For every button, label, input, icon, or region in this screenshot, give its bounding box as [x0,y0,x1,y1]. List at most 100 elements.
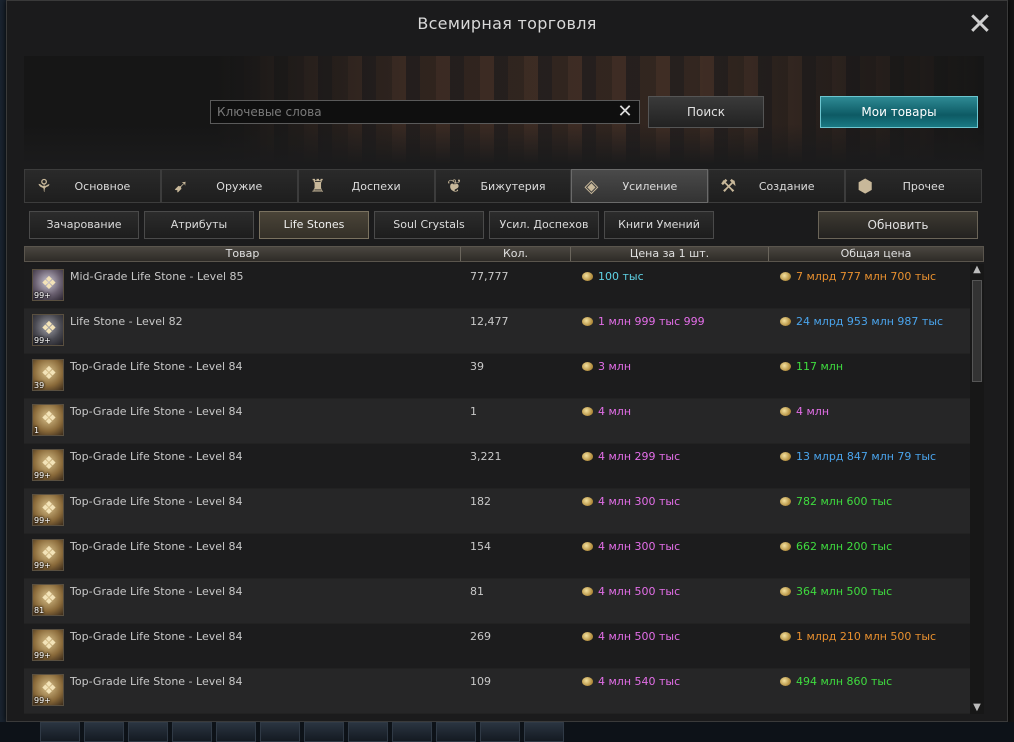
header-item[interactable]: Товар [25,247,461,261]
adena-coin-icon [780,272,791,281]
table-row[interactable]: ❖ 1 Top-Grade Life Stone - Level 84 1 4 млн 4… [24,399,970,444]
listing-table: Товар Кол. Цена за 1 шт. Общая цена ❖ 99+… [24,246,984,716]
tab-category-2[interactable]: ♜ Доспехи [297,169,435,203]
unit-price-cell: 4 млн 500 тыс [582,630,680,644]
item-quantity: 3,221 [470,450,502,463]
my-items-button[interactable]: Мои товары [820,96,978,128]
jewelry-icon: ❦ [447,175,463,197]
hotbar-slot[interactable] [348,722,388,742]
life-stone-icon: ❖ 99+ [32,674,64,706]
scroll-thumb[interactable] [972,280,982,382]
adena-coin-icon [780,452,791,461]
tab-category-label: Усиление [622,179,678,193]
adena-coin-icon [582,542,593,551]
adena-coin-icon [582,497,593,506]
game-hotbar [0,722,1014,742]
header-total-price[interactable]: Общая цена [769,247,983,261]
header-unit-price[interactable]: Цена за 1 шт. [571,247,769,261]
hotbar-slot[interactable] [304,722,344,742]
search-button[interactable]: Поиск [648,96,764,128]
tab-category-4[interactable]: ◈ Усиление [571,169,709,203]
item-quantity: 12,477 [470,315,509,328]
tab-subcategory-4[interactable]: Усил. Доспехов [489,211,599,239]
total-price-cell: 662 млн 200 тыс [780,540,892,554]
tab-category-1[interactable]: ➹ Оружие [160,169,298,203]
item-quantity: 77,777 [470,270,509,283]
scroll-up-icon[interactable]: ▲ [970,264,984,276]
item-quantity: 109 [470,675,491,688]
total-price: 662 млн 200 тыс [796,540,893,553]
unit-price-cell: 4 млн 300 тыс [582,540,680,554]
item-name: Top-Grade Life Stone - Level 84 [70,495,243,508]
hotbar-slot[interactable] [392,722,432,742]
hotbar-slot[interactable] [128,722,168,742]
tab-subcategory-2[interactable]: Life Stones [259,211,369,239]
tab-category-5[interactable]: ⚒ Создание [708,169,846,203]
total-price: 364 млн 500 тыс [796,585,893,598]
scrollbar[interactable]: ▲ ▼ [970,264,984,714]
tab-subcategory-3[interactable]: Soul Crystals [374,211,484,239]
unit-price-cell: 3 млн [582,360,631,374]
stack-count: 81 [34,606,45,615]
tab-category-0[interactable]: ⚘ Основное [24,169,161,203]
item-name: Top-Grade Life Stone - Level 84 [70,405,243,418]
clear-search-icon[interactable]: ✕ [615,102,635,122]
total-price-cell: 494 млн 860 тыс [780,675,892,689]
hotbar-slot[interactable] [40,722,80,742]
hotbar-slot[interactable] [480,722,520,742]
table-row[interactable]: ❖ 81 Top-Grade Life Stone - Level 84 81 4 мл… [24,579,970,624]
hotbar-slot[interactable] [172,722,212,742]
total-price-cell: 7 млрд 777 млн 700 тыс [780,270,936,284]
adena-coin-icon [582,362,593,371]
gem-icon: ❖ [40,408,58,429]
total-price-cell: 1 млрд 210 млн 500 тыс [780,630,936,644]
item-name: Top-Grade Life Stone - Level 84 [70,585,243,598]
unit-price: 3 млн [598,360,632,373]
item-quantity: 154 [470,540,491,553]
table-row[interactable]: ❖ 99+ Life Stone - Level 82 12,477 1 млн 999… [24,309,970,354]
hotbar-slot[interactable] [436,722,476,742]
search-field[interactable]: ✕ [210,100,640,124]
tab-subcategory-5[interactable]: Книги Умений [604,211,714,239]
hotbar-slot[interactable] [524,722,564,742]
hotbar-slot[interactable] [216,722,256,742]
hotbar-slot[interactable] [84,722,124,742]
adena-coin-icon [582,587,593,596]
tab-category-label: Доспехи [351,179,401,193]
window-title: Всемирная торговля [417,14,597,33]
table-row[interactable]: ❖ 99+ Top-Grade Life Stone - Level 84 154 4 … [24,534,970,579]
life-stone-icon: ❖ 99+ [32,269,64,301]
item-quantity: 269 [470,630,491,643]
life-stone-icon: ❖ 99+ [32,494,64,526]
stack-count: 99+ [34,561,51,570]
tab-category-6[interactable]: ⬢ Прочее [845,169,983,203]
table-row[interactable]: ❖ 99+ Top-Grade Life Stone - Level 84 109 4 … [24,669,970,714]
table-row[interactable]: ❖ 99+ Top-Grade Life Stone - Level 84 3,221… [24,444,970,489]
unit-price: 4 млн 300 тыс [598,540,681,553]
scroll-down-icon[interactable]: ▼ [970,702,984,714]
table-row[interactable]: ❖ 99+ Top-Grade Life Stone - Level 84 182 4 … [24,489,970,534]
refresh-button[interactable]: Обновить [818,211,978,239]
tab-category-label: Прочее [902,179,945,193]
stack-count: 39 [34,381,45,390]
header-quantity[interactable]: Кол. [461,247,571,261]
enhancement-icon: ◈ [584,175,599,197]
tab-subcategory-0[interactable]: Зачарование [29,211,139,239]
item-name: Top-Grade Life Stone - Level 84 [70,360,243,373]
tab-subcategory-1[interactable]: Атрибуты [144,211,254,239]
close-icon[interactable]: ✕ [965,10,995,41]
category-tabs: ⚘ Основное ➹ Оружие ♜ Доспехи ❦ Бижутерия ◈ Усиле… [24,169,983,203]
search-input[interactable] [211,101,639,123]
life-stone-icon: ❖ 99+ [32,629,64,661]
adena-coin-icon [780,362,791,371]
hotbar-slot[interactable] [260,722,300,742]
table-row[interactable]: ❖ 99+ Top-Grade Life Stone - Level 84 269 4 … [24,624,970,669]
stack-count: 99+ [34,516,51,525]
adena-coin-icon [780,407,791,416]
total-price-cell: 4 млн [780,405,829,419]
table-row[interactable]: ❖ 99+ Mid-Grade Life Stone - Level 85 77,77… [24,264,970,309]
adena-coin-icon [780,677,791,686]
table-row[interactable]: ❖ 39 Top-Grade Life Stone - Level 84 39 3 мл… [24,354,970,399]
life-stone-icon: ❖ 39 [32,359,64,391]
tab-category-3[interactable]: ❦ Бижутерия [434,169,572,203]
